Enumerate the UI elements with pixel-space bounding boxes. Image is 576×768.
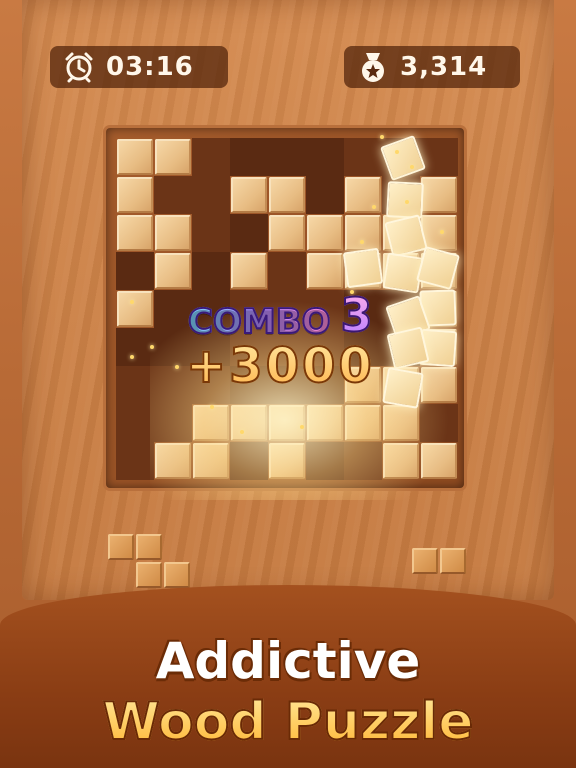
board-cell-filled[interactable]: [117, 215, 153, 251]
board-cell-empty[interactable]: [116, 366, 154, 404]
piece-block: [440, 548, 466, 574]
flying-block: [382, 367, 424, 409]
board-cell-filled[interactable]: [383, 405, 419, 441]
sparkle: [440, 230, 444, 234]
sparkle: [405, 200, 409, 204]
timer-value: 03:16: [106, 52, 194, 82]
sparkle: [175, 365, 179, 369]
board-cell-empty[interactable]: [230, 442, 268, 480]
combo-indicator: COMBO 3: [187, 287, 374, 343]
sparkle: [360, 240, 364, 244]
flying-block: [342, 247, 384, 289]
board-cell-empty[interactable]: [192, 138, 230, 176]
alarm-clock-icon: [62, 50, 96, 84]
board-cell-filled[interactable]: [421, 443, 457, 479]
board-cell-empty[interactable]: [192, 214, 230, 252]
board-cell-empty[interactable]: [420, 138, 458, 176]
board-cell-empty[interactable]: [116, 252, 154, 290]
sparkle: [300, 425, 304, 429]
promo-title-line1: Addictive: [155, 632, 421, 690]
board-cell-empty[interactable]: [154, 290, 192, 328]
board-cell-filled[interactable]: [383, 443, 419, 479]
combo-points: +3000: [185, 337, 375, 395]
timer-display: 03:16: [50, 46, 228, 88]
board-cell-filled[interactable]: [421, 177, 457, 213]
piece-block: [412, 548, 438, 574]
sparkle: [210, 405, 214, 409]
board-cell-empty[interactable]: [116, 442, 154, 480]
board-cell-empty[interactable]: [420, 404, 458, 442]
piece-block: [108, 534, 134, 560]
piece-block: [136, 534, 162, 560]
board-cell-empty[interactable]: [116, 404, 154, 442]
board-cell-empty[interactable]: [192, 176, 230, 214]
sparkle: [395, 150, 399, 154]
board-cell-empty[interactable]: [268, 252, 306, 290]
board-cell-filled[interactable]: [345, 215, 381, 251]
sparkle: [372, 205, 376, 209]
board-cell-filled[interactable]: [193, 405, 229, 441]
board-cell-empty[interactable]: [230, 138, 268, 176]
board-cell-filled[interactable]: [155, 443, 191, 479]
board-cell-empty[interactable]: [306, 138, 344, 176]
board-cell-filled[interactable]: [193, 443, 229, 479]
score-value: 3,314: [400, 52, 488, 82]
combo-count: 3: [340, 287, 374, 343]
board-cell-empty[interactable]: [306, 176, 344, 214]
score-display: 3,314: [344, 46, 520, 88]
board-cell-empty[interactable]: [192, 252, 230, 290]
board-cell-filled[interactable]: [155, 253, 191, 289]
board-cell-empty[interactable]: [116, 328, 154, 366]
piece-block: [164, 562, 190, 588]
board-cell-filled[interactable]: [117, 291, 153, 327]
sparkle: [380, 135, 384, 139]
board-cell-filled[interactable]: [269, 443, 305, 479]
board-cell-filled[interactable]: [307, 405, 343, 441]
board-cell-filled[interactable]: [155, 215, 191, 251]
board-cell-filled[interactable]: [345, 405, 381, 441]
medal-icon: [356, 50, 390, 84]
board-cell-filled[interactable]: [307, 253, 343, 289]
board-cell-filled[interactable]: [421, 367, 457, 403]
board-cell-filled[interactable]: [155, 139, 191, 175]
piece-block: [136, 562, 162, 588]
board-cell-empty[interactable]: [154, 404, 192, 442]
board-cell-filled[interactable]: [269, 177, 305, 213]
board-cell-filled[interactable]: [269, 215, 305, 251]
board-cell-empty[interactable]: [344, 138, 382, 176]
board-cell-filled[interactable]: [307, 215, 343, 251]
sparkle: [130, 300, 134, 304]
board-cell-filled[interactable]: [231, 177, 267, 213]
sparkle: [410, 165, 414, 169]
board-cell-filled[interactable]: [117, 177, 153, 213]
sparkle: [150, 345, 154, 349]
board-cell-filled[interactable]: [231, 253, 267, 289]
board-cell-filled[interactable]: [269, 405, 305, 441]
promo-title-line2: Wood Puzzle: [0, 691, 576, 753]
board-cell-filled[interactable]: [117, 139, 153, 175]
board-cell-empty[interactable]: [344, 442, 382, 480]
board-cell-empty[interactable]: [230, 214, 268, 252]
board-cell-filled[interactable]: [231, 405, 267, 441]
combo-label: COMBO: [187, 301, 332, 343]
board-cell-empty[interactable]: [268, 138, 306, 176]
sparkle: [130, 355, 134, 359]
sparkle: [240, 430, 244, 434]
board-cell-empty[interactable]: [154, 176, 192, 214]
board-cell-empty[interactable]: [306, 442, 344, 480]
